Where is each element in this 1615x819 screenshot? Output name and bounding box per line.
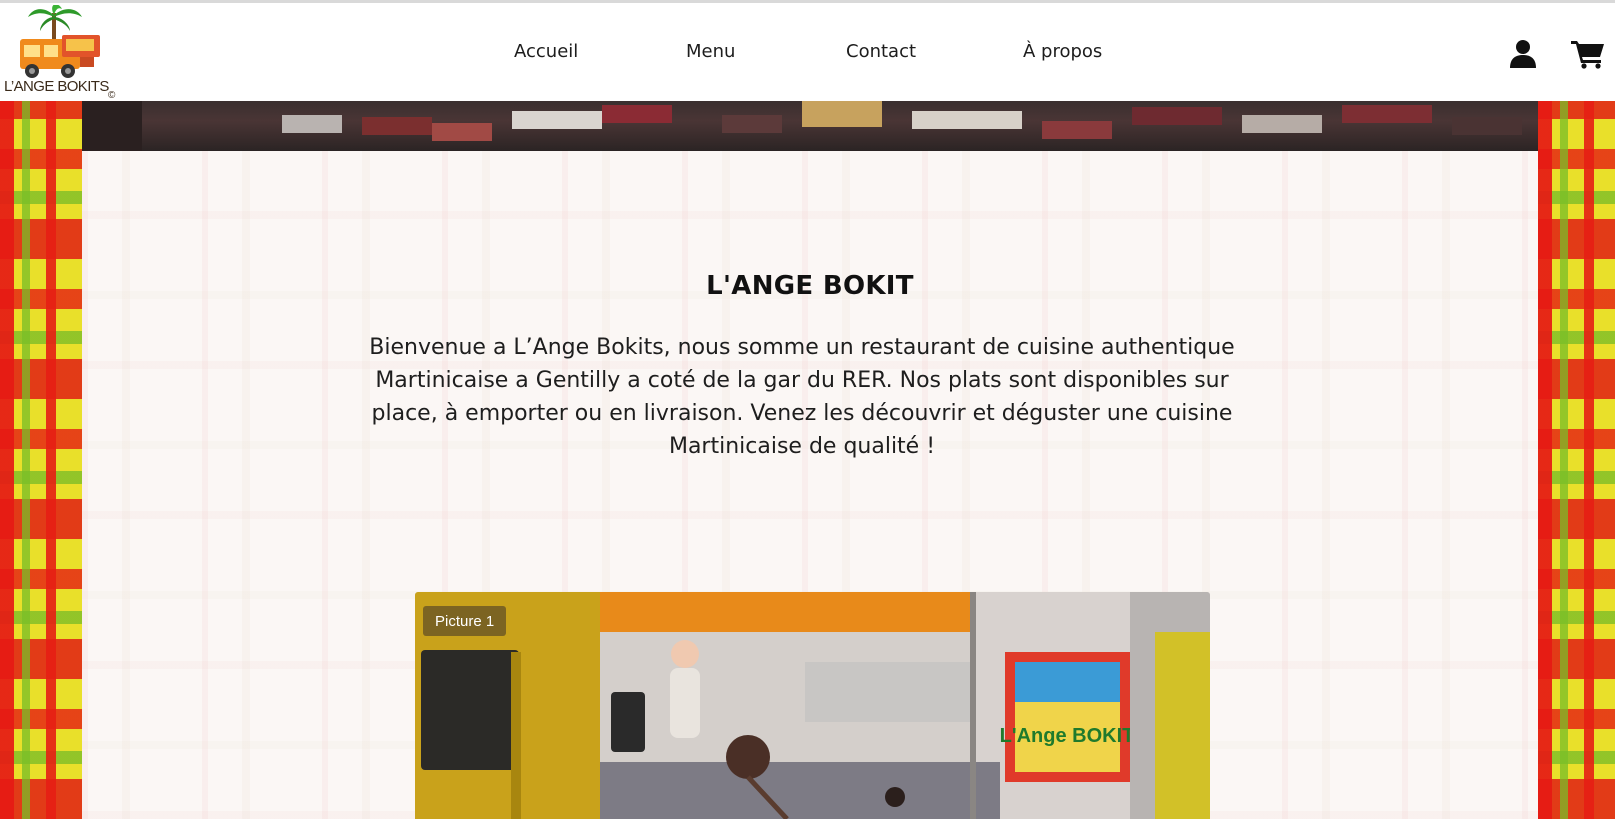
main-content: L'ANGE BOKIT Bienvenue a L’Ange Bokits, …	[82, 151, 1538, 819]
nav-link-menu[interactable]: Menu	[686, 41, 735, 62]
page-title: L'ANGE BOKIT	[706, 271, 914, 301]
cart-icon[interactable]	[1571, 39, 1605, 69]
food-truck-photo-image: L'Ange BOKIT	[415, 592, 1210, 819]
food-truck-logo-icon	[20, 4, 100, 78]
copyright-mark: ©	[108, 90, 116, 101]
user-icon[interactable]	[1509, 39, 1537, 69]
madras-border-left	[0, 101, 82, 819]
intro-paragraph: Bienvenue a L’Ange Bokits, nous somme un…	[369, 335, 1235, 459]
restaurant-photo[interactable]: L'Ange BOKIT Picture 1	[415, 592, 1210, 819]
logo[interactable]: L’ANGE BOKITS ©	[2, 4, 120, 101]
site-header: L’ANGE BOKITS © Accueil Menu Contact À p…	[0, 0, 1615, 101]
sign-text: L'Ange BOKIT	[1000, 725, 1135, 747]
nav-link-contact[interactable]: Contact	[846, 41, 916, 62]
town-banner-image	[82, 101, 1538, 151]
picture-caption: Picture 1	[423, 606, 507, 636]
madras-border-right	[1538, 101, 1615, 819]
nav-link-accueil[interactable]: Accueil	[514, 41, 578, 62]
logo-text: L’ANGE BOKITS	[4, 78, 109, 95]
nav-link-a-propos[interactable]: À propos	[1023, 41, 1102, 62]
